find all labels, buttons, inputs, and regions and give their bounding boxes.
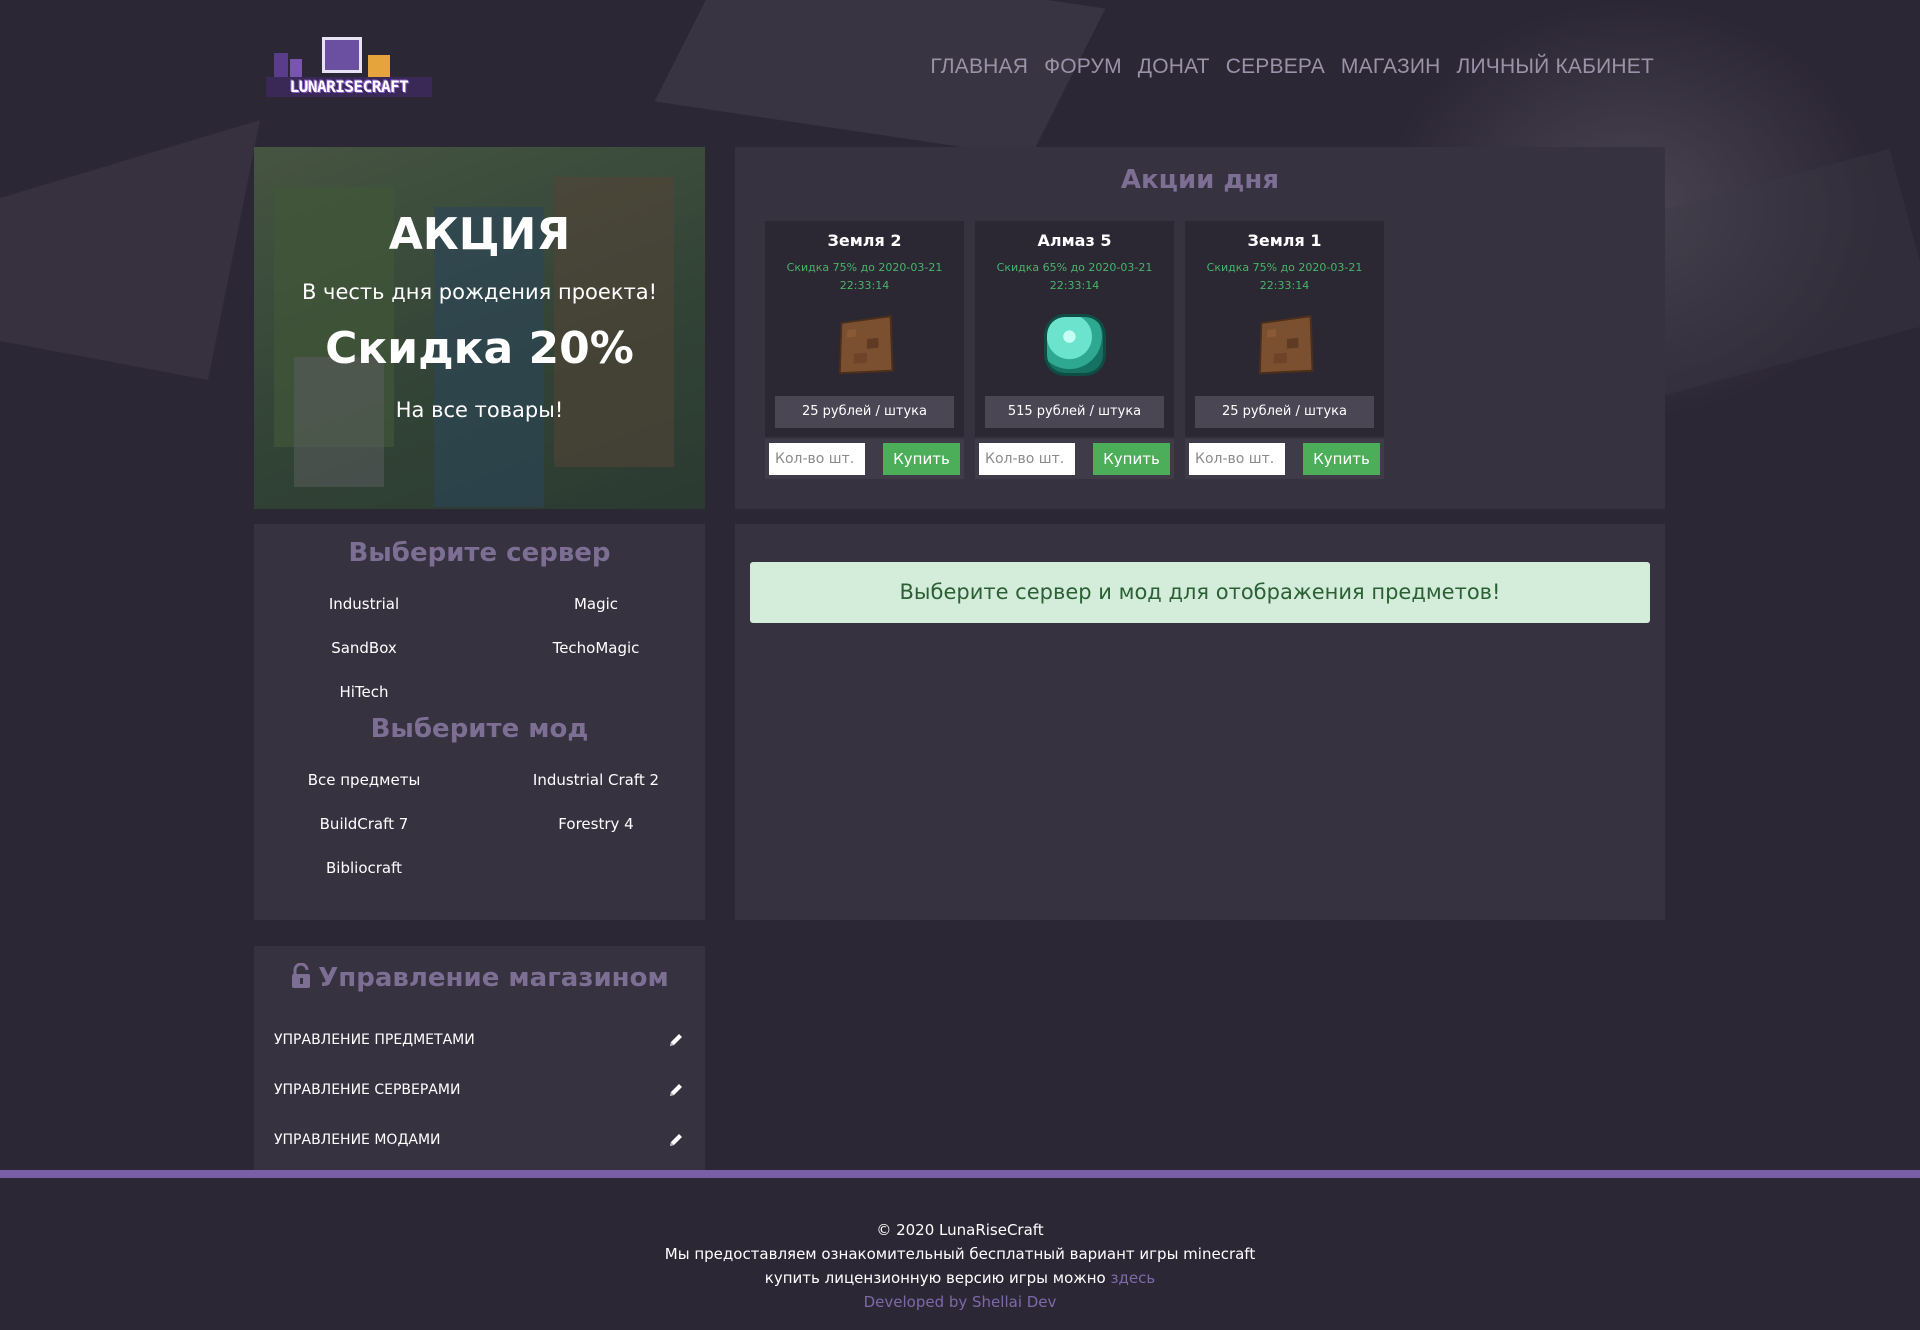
unlock-icon (292, 963, 311, 988)
main-nav: ГЛАВНАЯ ФОРУМ ДОНАТ СЕРВЕРА МАГАЗИН ЛИЧН… (930, 55, 1654, 79)
mod-option-buildcraft-7[interactable]: BuildCraft 7 (264, 815, 464, 833)
promo-discount: Скидка 20% (325, 323, 634, 374)
shop-admin-panel: Управление магазином УПРАВЛЕНИЕ ПРЕДМЕТА… (254, 946, 705, 1170)
deal-buy-row: Купить (975, 439, 1174, 479)
logo-emblem (322, 37, 362, 73)
deal-buy-row: Купить (1185, 439, 1384, 479)
manage-items-label: УПРАВЛЕНИЕ ПРЕДМЕТАМИ (274, 1032, 475, 1048)
server-option-magic[interactable]: Magic (496, 595, 696, 613)
mod-picker-title: Выберите мод (370, 714, 589, 744)
footer-copyright: © 2020 LunaRiseCraft (876, 1221, 1044, 1239)
pencil-icon (670, 1034, 682, 1046)
deal-price: 515 рублей / штука (985, 396, 1164, 428)
mod-option-industrial-craft-2[interactable]: Industrial Craft 2 (496, 771, 696, 789)
buy-button[interactable]: Купить (1093, 443, 1170, 475)
footer-divider (0, 1170, 1920, 1178)
logo-tree (274, 53, 288, 79)
diamond-icon (1047, 317, 1103, 373)
site-logo[interactable]: LUNARISECRAFT (254, 35, 438, 99)
deal-name: Алмаз 5 (1037, 231, 1112, 250)
mod-option-all-items[interactable]: Все предметы (264, 771, 464, 789)
deal-buy-row: Купить (765, 439, 964, 479)
nav-home[interactable]: ГЛАВНАЯ (930, 55, 1028, 79)
server-option-sandbox[interactable]: SandBox (264, 639, 464, 657)
deal-price: 25 рублей / штука (1195, 396, 1374, 428)
deal-name: Земля 2 (827, 231, 902, 250)
dirt-block-icon (1258, 315, 1314, 375)
site-header: LUNARISECRAFT ГЛАВНАЯ ФОРУМ ДОНАТ СЕРВЕР… (254, 32, 1664, 102)
deal-name: Земля 1 (1247, 231, 1322, 250)
server-option-industrial[interactable]: Industrial (264, 595, 464, 613)
logo-wordmark: LUNARISECRAFT (266, 77, 432, 97)
deal-discount-info: Скидка 75% до 2020-03-21 22:33:14 (1206, 261, 1363, 292)
nav-shop[interactable]: МАГАЗИН (1341, 55, 1441, 79)
buy-button[interactable]: Купить (883, 443, 960, 475)
manage-servers-label: УПРАВЛЕНИЕ СЕРВЕРАМИ (274, 1082, 461, 1098)
deal-card: Земля 2 Скидка 75% до 2020-03-21 22:33:1… (765, 221, 964, 437)
manage-mods-link[interactable]: УПРАВЛЕНИЕ МОДАМИ (274, 1128, 685, 1152)
nav-servers[interactable]: СЕРВЕРА (1226, 55, 1325, 79)
select-server-alert: Выберите сервер и мод для отображения пр… (750, 562, 1650, 623)
quantity-input[interactable] (769, 443, 865, 475)
daily-deals-panel: Акции дня Земля 2 Скидка 75% до 2020-03-… (735, 147, 1665, 509)
deal-card: Алмаз 5 Скидка 65% до 2020-03-21 22:33:1… (975, 221, 1174, 437)
logo-tree (290, 59, 302, 79)
pencil-icon (670, 1134, 682, 1146)
deal-price: 25 рублей / штука (775, 396, 954, 428)
server-mod-picker: Выберите сервер Industrial Magic SandBox… (254, 524, 705, 920)
footer-developer: Developed by Shellai Dev (863, 1293, 1057, 1311)
buy-button[interactable]: Купить (1303, 443, 1380, 475)
quantity-input[interactable] (1189, 443, 1285, 475)
manage-servers-link[interactable]: УПРАВЛЕНИЕ СЕРВЕРАМИ (274, 1078, 685, 1102)
deal-card: Земля 1 Скидка 75% до 2020-03-21 22:33:1… (1185, 221, 1384, 437)
promo-scope: На все товары! (395, 398, 564, 422)
footer-license-link[interactable]: здесь (1111, 1269, 1156, 1287)
site-footer: © 2020 LunaRiseCraft Мы предоставляем оз… (0, 1178, 1920, 1330)
shop-admin-title: Управление магазином (318, 963, 669, 993)
daily-deals-title: Акции дня (1120, 165, 1280, 195)
nav-forum[interactable]: ФОРУМ (1044, 55, 1122, 79)
server-option-hitech[interactable]: HiTech (264, 683, 464, 701)
pencil-icon (670, 1084, 682, 1096)
mod-option-bibliocraft[interactable]: Bibliocraft (264, 859, 464, 877)
background-shape (0, 120, 260, 380)
dirt-block-icon (838, 315, 894, 375)
logo-cat (368, 55, 390, 77)
promo-subtitle: В честь дня рождения проекта! (301, 280, 658, 304)
mod-option-forestry-4[interactable]: Forestry 4 (496, 815, 696, 833)
deal-discount-info: Скидка 75% до 2020-03-21 22:33:14 (786, 261, 943, 292)
server-option-techomagic[interactable]: TechoMagic (496, 639, 696, 657)
manage-items-link[interactable]: УПРАВЛЕНИЕ ПРЕДМЕТАМИ (274, 1028, 685, 1052)
shop-admin-title-row: Управление магазином (254, 960, 705, 993)
footer-license-row: купить лицензионную версию игры можно зд… (0, 1266, 1920, 1290)
quantity-input[interactable] (979, 443, 1075, 475)
nav-account[interactable]: ЛИЧНЫЙ КАБИНЕТ (1457, 55, 1654, 79)
footer-license-text: купить лицензионную версию игры можно (764, 1269, 1106, 1287)
promo-banner: АКЦИЯ В честь дня рождения проекта! Скид… (254, 147, 705, 509)
nav-donate[interactable]: ДОНАТ (1138, 55, 1210, 79)
deal-discount-info: Скидка 65% до 2020-03-21 22:33:14 (996, 261, 1153, 292)
manage-mods-label: УПРАВЛЕНИЕ МОДАМИ (274, 1132, 441, 1148)
promo-title: АКЦИЯ (388, 209, 571, 260)
items-area: Выберите сервер и мод для отображения пр… (735, 524, 1665, 920)
server-picker-title: Выберите сервер (348, 538, 611, 568)
footer-free-version-text: Мы предоставляем ознакомительный бесплат… (664, 1245, 1256, 1263)
